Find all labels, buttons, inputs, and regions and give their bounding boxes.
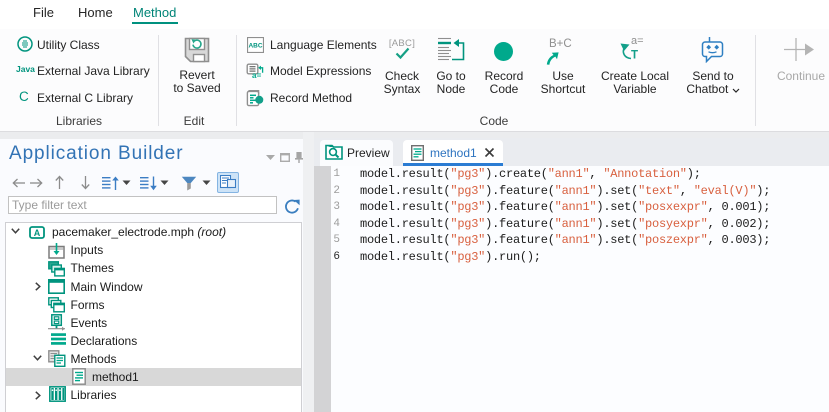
svg-text:T: T: [631, 50, 638, 62]
svg-text:ABC: ABC: [248, 43, 262, 50]
svg-text:A: A: [34, 228, 41, 238]
